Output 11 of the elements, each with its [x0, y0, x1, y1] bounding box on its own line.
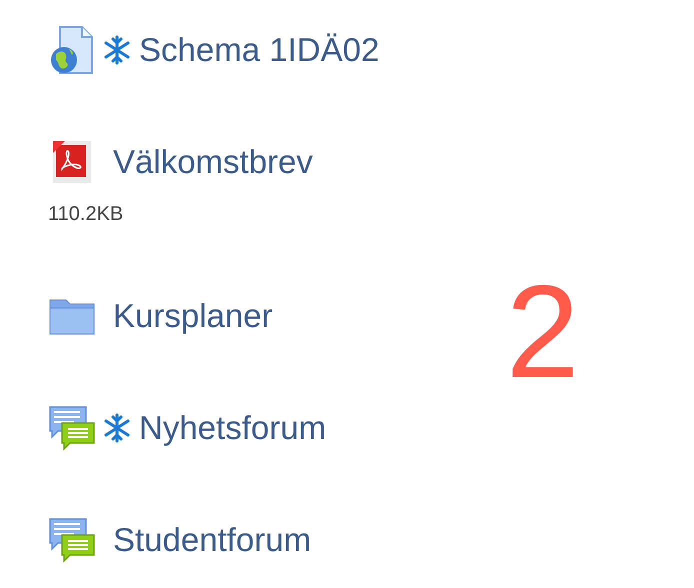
globe-document-icon [50, 26, 94, 74]
chat-bubbles-icon [48, 517, 96, 563]
chat-bubbles-icon [48, 405, 96, 451]
activity-link[interactable]: Kursplaner [113, 291, 273, 341]
annotation-number: 2 [506, 266, 580, 398]
file-size: 110.2KB [48, 202, 124, 226]
activity-link[interactable]: Studentforum [113, 515, 312, 565]
activity-link[interactable]: Nyhetsforum [139, 403, 326, 453]
activity-link[interactable]: Schema 1IDÄ02 [139, 25, 380, 75]
activity-link[interactable]: Välkomstbrev [113, 137, 313, 187]
pdf-file-icon [50, 139, 94, 185]
